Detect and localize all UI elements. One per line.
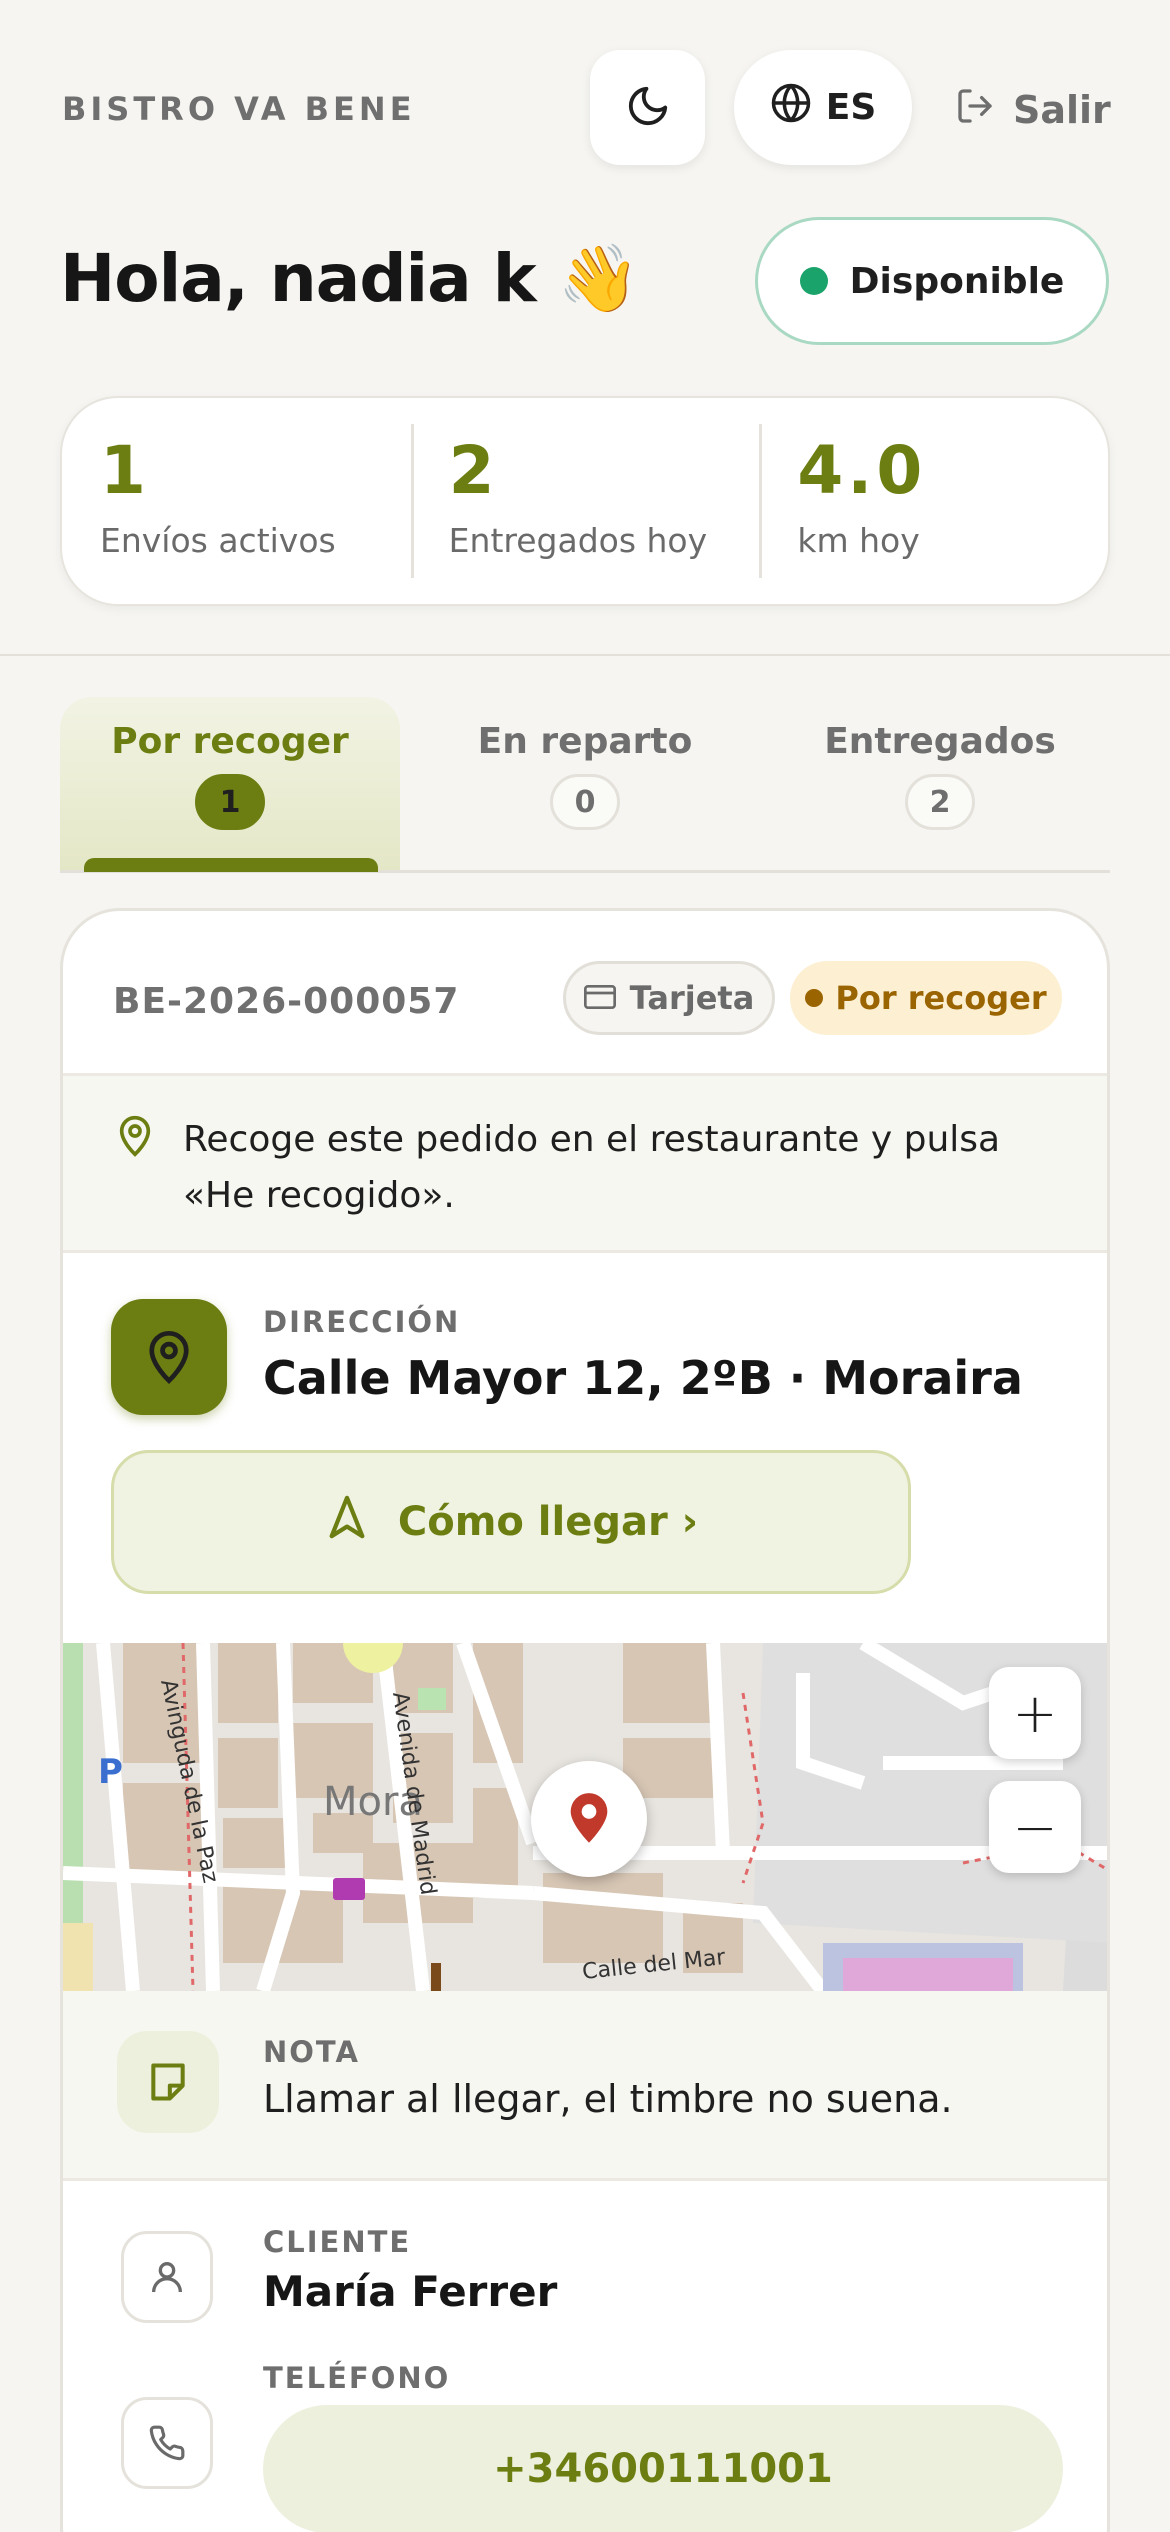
stat-value: 1 <box>100 432 150 509</box>
logout-button[interactable]: Salir <box>955 80 1111 140</box>
directions-button[interactable]: Cómo llegar › <box>111 1450 911 1594</box>
theme-toggle-button[interactable] <box>590 50 705 165</box>
logout-label: Salir <box>1013 88 1111 132</box>
status-label: Por recoger <box>835 979 1047 1017</box>
note-label: NOTA <box>263 2035 360 2069</box>
tab-label: Por recoger <box>111 721 349 762</box>
map-view[interactable]: P Mora Avinguda de la Paz Avenida de Mad… <box>63 1643 1107 1991</box>
map-pin-icon <box>115 1114 155 1162</box>
user-icon <box>121 2231 213 2323</box>
address-label: DIRECCIÓN <box>263 1305 461 1339</box>
call-phone-button[interactable]: +34600111001 <box>263 2405 1063 2532</box>
tab-count-badge: 1 <box>195 774 265 830</box>
svg-text:P: P <box>98 1752 123 1792</box>
phone-label: TELÉFONO <box>263 2361 451 2395</box>
location-marker[interactable] <box>531 1761 647 1877</box>
client-name: María Ferrer <box>263 2267 558 2316</box>
phone-icon <box>121 2397 213 2489</box>
stat-active-shipments: 1 Envíos activos <box>62 398 411 604</box>
section-divider <box>0 654 1170 656</box>
tab-label: En reparto <box>477 721 693 762</box>
zoom-in-button[interactable]: + <box>989 1667 1081 1759</box>
brand-name: BISTRO VA BENE <box>62 90 416 128</box>
availability-toggle[interactable]: Disponible <box>755 217 1109 345</box>
note-text: Llamar al llegar, el timbre no suena. <box>263 2077 953 2121</box>
client-label: CLIENTE <box>263 2225 412 2259</box>
instruction-text: Recoge este pedido en el restaurante y p… <box>183 1119 1001 1216</box>
active-tab-indicator <box>84 858 378 872</box>
zoom-out-button[interactable]: − <box>989 1781 1081 1873</box>
credit-card-icon <box>583 979 616 1017</box>
stat-label: Entregados hoy <box>448 521 708 560</box>
status-dot <box>799 267 828 295</box>
logout-icon <box>955 86 995 135</box>
payment-label: Tarjeta <box>629 979 755 1017</box>
order-card: BE-2026-000057 Tarjeta Por recoger Recog… <box>60 908 1110 2532</box>
globe-icon <box>770 82 812 133</box>
language-code: ES <box>825 87 877 128</box>
tab-label: Entregados <box>824 721 1056 762</box>
address-pin-icon <box>111 1299 227 1415</box>
note-section: NOTA Llamar al llegar, el timbre no suen… <box>63 1991 1107 2181</box>
status-dot <box>805 989 824 1007</box>
language-button[interactable]: ES <box>734 50 912 165</box>
stat-label: km hoy <box>797 521 920 560</box>
note-icon <box>117 2031 219 2133</box>
availability-label: Disponible <box>849 260 1065 302</box>
tab-entregados[interactable]: Entregados 2 <box>770 697 1110 872</box>
pickup-instruction: Recoge este pedido en el restaurante y p… <box>63 1073 1107 1253</box>
order-id: BE-2026-000057 <box>113 981 460 1022</box>
greeting-title: Hola, nadia k 👋 <box>60 240 640 317</box>
stat-label: Envíos activos <box>100 521 336 560</box>
stats-card: 1 Envíos activos 2 Entregados hoy 4.0 km… <box>60 396 1110 606</box>
payment-badge: Tarjeta <box>563 961 775 1035</box>
directions-label: Cómo llegar › <box>397 1499 699 1545</box>
status-badge: Por recoger <box>790 961 1062 1035</box>
stat-value: 4.0 <box>797 432 927 509</box>
tab-count-badge: 2 <box>905 774 975 830</box>
stat-value: 2 <box>448 432 499 509</box>
address-value: Calle Mayor 12, 2ºB · Moraira <box>263 1351 1023 1405</box>
navigation-icon <box>324 1494 370 1550</box>
map-pin-icon <box>567 1789 611 1849</box>
tab-por-recoger[interactable]: Por recoger 1 <box>60 697 400 872</box>
tab-en-reparto[interactable]: En reparto 0 <box>415 697 755 872</box>
tab-count-badge: 0 <box>550 774 620 830</box>
stat-km-today: 4.0 km hoy <box>759 398 1108 604</box>
stat-delivered-today: 2 Entregados hoy <box>410 398 760 604</box>
moon-icon <box>625 83 671 133</box>
